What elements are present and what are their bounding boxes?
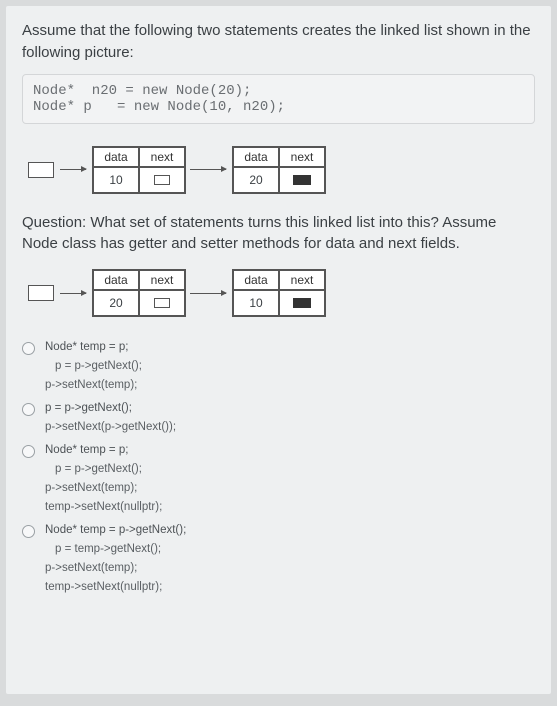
node-data-value: 20: [93, 290, 139, 316]
radio-input[interactable]: [22, 403, 35, 416]
arrow-icon: [60, 293, 86, 294]
answer-option-1[interactable]: Node* temp = p; p = p->getNext(); p->set…: [22, 341, 535, 398]
node-data-header: data: [93, 147, 139, 167]
node-next-cell: [279, 167, 325, 193]
option-line: temp->setNext(nullptr);: [45, 581, 186, 593]
node-box: data next 10: [232, 269, 326, 317]
radio-input[interactable]: [22, 342, 35, 355]
option-line: p = p->getNext();: [55, 463, 162, 475]
node-box: data next 20: [92, 269, 186, 317]
question-text: Question: What set of statements turns t…: [22, 212, 535, 256]
option-line: Node* temp = p->getNext();: [45, 524, 186, 536]
node-box: data next 20: [232, 146, 326, 194]
code-block: Node* n20 = new Node(20); Node* p = new …: [22, 74, 535, 124]
node-next-header: next: [139, 147, 185, 167]
option-line: p->setNext(temp);: [45, 562, 186, 574]
node-box: data next 10: [92, 146, 186, 194]
node-data-header: data: [233, 270, 279, 290]
node-next-header: next: [279, 270, 325, 290]
pointer-box-icon: [154, 298, 170, 308]
answer-option-3[interactable]: Node* temp = p; p = p->getNext(); p->set…: [22, 444, 535, 520]
node-data-header: data: [233, 147, 279, 167]
node-next-cell: [139, 290, 185, 316]
option-line: Node* temp = p;: [45, 341, 142, 353]
option-line: p = p->getNext();: [55, 360, 142, 372]
node-next-header: next: [279, 147, 325, 167]
radio-input[interactable]: [22, 525, 35, 538]
linked-list-after: data next 20 data next 10: [28, 269, 535, 317]
option-line: temp->setNext(nullptr);: [45, 501, 162, 513]
node-next-cell: [139, 167, 185, 193]
null-pointer-icon: [293, 175, 311, 185]
option-line: Node* temp = p;: [45, 444, 162, 456]
node-data-value: 10: [93, 167, 139, 193]
answer-option-2[interactable]: p = p->getNext(); p->setNext(p->getNext(…: [22, 402, 535, 440]
pointer-origin-box: [28, 285, 54, 301]
node-data-header: data: [93, 270, 139, 290]
option-line: p->setNext(temp);: [45, 482, 162, 494]
option-body: p = p->getNext(); p->setNext(p->getNext(…: [45, 402, 176, 440]
option-line: p = p->getNext();: [45, 402, 176, 414]
pointer-origin-box: [28, 162, 54, 178]
option-line: p->setNext(p->getNext());: [45, 421, 176, 433]
node-data-value: 10: [233, 290, 279, 316]
node-data-value: 20: [233, 167, 279, 193]
option-body: Node* temp = p; p = p->getNext(); p->set…: [45, 444, 162, 520]
option-line: p = temp->getNext();: [55, 543, 186, 555]
arrow-icon: [190, 169, 226, 170]
answer-option-4[interactable]: Node* temp = p->getNext(); p = temp->get…: [22, 524, 535, 600]
node-next-header: next: [139, 270, 185, 290]
node-next-cell: [279, 290, 325, 316]
arrow-icon: [190, 293, 226, 294]
arrow-icon: [60, 169, 86, 170]
null-pointer-icon: [293, 298, 311, 308]
option-line: p->setNext(temp);: [45, 379, 142, 391]
question-card: Assume that the following two statements…: [6, 6, 551, 694]
linked-list-before: data next 10 data next 20: [28, 146, 535, 194]
option-body: Node* temp = p; p = p->getNext(); p->set…: [45, 341, 142, 398]
intro-text: Assume that the following two statements…: [22, 20, 535, 64]
pointer-box-icon: [154, 175, 170, 185]
radio-input[interactable]: [22, 445, 35, 458]
option-body: Node* temp = p->getNext(); p = temp->get…: [45, 524, 186, 600]
